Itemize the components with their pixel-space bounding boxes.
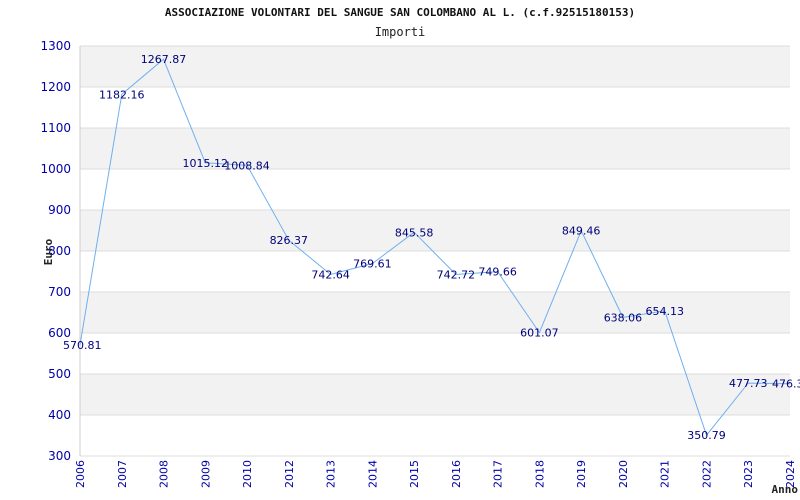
data-label: 742.72 [437,268,476,281]
data-label: 477.73 [729,377,768,390]
data-label: 749.66 [478,266,517,279]
data-label: 849.46 [562,225,601,238]
x-tick-label: 2019 [575,460,588,488]
x-tick-label: 2006 [74,460,87,488]
data-label: 1182.16 [99,88,145,101]
x-tick-label: 2017 [492,460,505,488]
x-axis-ticks: 2006 2007 2008 2009 2010 2012 2013 2014 2015 2016… [74,460,797,488]
grid-band [80,374,790,415]
grid-bands [80,46,790,415]
y-tick-label: 300 [48,449,71,463]
data-label: 742.64 [311,269,350,282]
x-tick-label: 2020 [617,460,630,488]
data-label: 570.81 [63,339,102,352]
grid-band [80,210,790,251]
x-tick-label: 2012 [283,460,296,488]
y-tick-label: 700 [48,285,71,299]
x-tick-label: 2022 [700,460,713,488]
data-label: 1015.12 [183,157,229,170]
y-tick-label: 1000 [40,162,71,176]
y-tick-label: 600 [48,326,71,340]
data-label: 826.37 [270,234,309,247]
data-label: 845.58 [395,226,434,239]
x-tick-label: 2014 [366,460,379,488]
x-tick-label: 2013 [325,460,338,488]
data-label: 638.06 [604,311,643,324]
y-tick-label: 1300 [40,39,71,53]
y-tick-label: 1200 [40,80,71,94]
y-tick-label: 1100 [40,121,71,135]
line-chart: 3004005006007008009001000110012001300 20… [40,39,800,496]
x-tick-label: 2021 [659,460,672,488]
data-label: 769.61 [353,257,392,270]
x-tick-label: 2015 [408,460,421,488]
data-label: 476.3 [772,378,800,391]
y-tick-label: 500 [48,367,71,381]
data-label: 1008.84 [224,159,270,172]
data-label: 1267.87 [141,53,187,66]
data-label: 350.79 [687,429,726,442]
data-label: 601.07 [520,327,559,340]
x-tick-label: 2009 [199,460,212,488]
x-tick-label: 2008 [158,460,171,488]
x-tick-label: 2007 [116,460,129,488]
data-label: 654.13 [645,305,684,318]
x-axis-title: Anno [772,483,799,496]
y-tick-label: 400 [48,408,71,422]
y-tick-label: 900 [48,203,71,217]
x-tick-label: 2018 [533,460,546,488]
x-tick-label: 2023 [742,460,755,488]
x-tick-label: 2016 [450,460,463,488]
y-axis-title: Euro [42,238,55,265]
x-tick-label: 2010 [241,460,254,488]
grid-band [80,46,790,87]
